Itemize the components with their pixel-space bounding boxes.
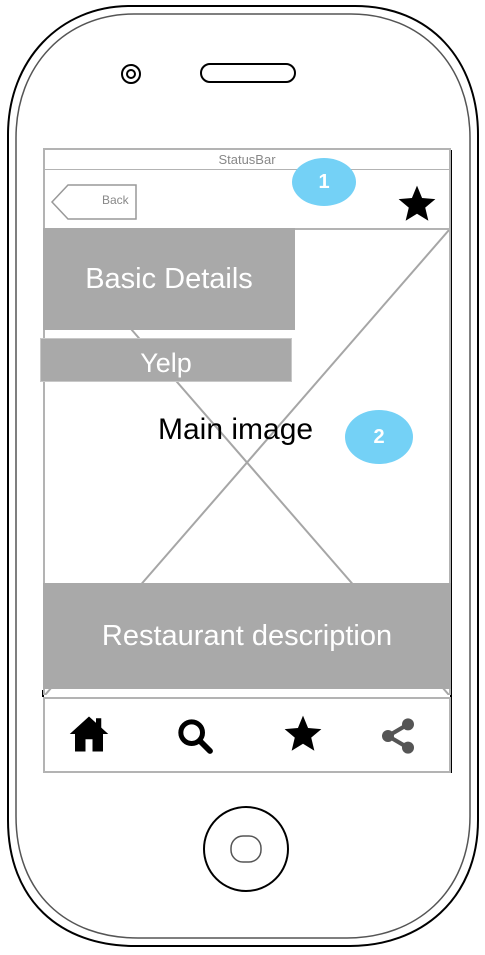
camera-icon — [121, 64, 141, 84]
share-icon — [382, 718, 414, 754]
tab-favorites[interactable] — [275, 706, 331, 762]
main-image-label: Main image — [158, 413, 314, 446]
tab-share[interactable] — [370, 708, 426, 764]
search-icon — [178, 719, 213, 754]
status-bar: StatusBar — [43, 148, 451, 171]
speaker-grill — [200, 63, 296, 83]
star-icon — [284, 715, 322, 751]
star-icon — [398, 185, 436, 221]
basic-details-panel: Basic Details — [43, 228, 295, 330]
back-label: Back — [102, 193, 129, 207]
tab-home[interactable] — [61, 706, 117, 762]
tab-search[interactable] — [167, 708, 223, 764]
annotation-marker-2: 2 — [345, 410, 413, 464]
annotation-marker-1: 1 — [292, 158, 356, 206]
favorite-button[interactable] — [389, 176, 445, 232]
home-icon — [69, 716, 109, 752]
back-button[interactable]: Back — [50, 184, 138, 220]
yelp-bar[interactable]: Yelp — [40, 338, 292, 382]
home-hardware-button[interactable] — [203, 806, 289, 892]
restaurant-description-panel: Restaurant description — [43, 583, 451, 689]
